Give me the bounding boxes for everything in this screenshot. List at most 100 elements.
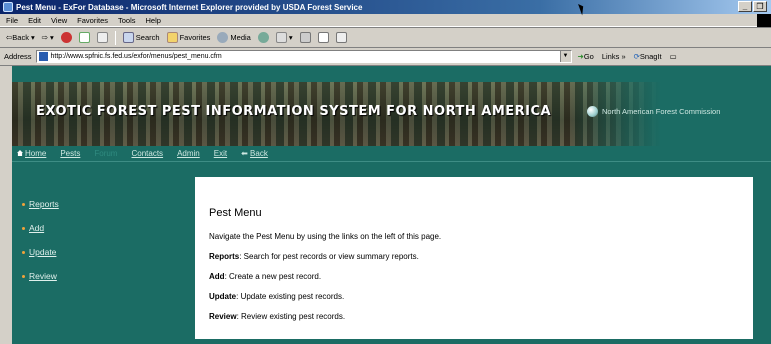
address-url: http://www.spfnic.fs.fed.us/exfor/menus/…: [50, 53, 222, 60]
web-page: EXOTIC FOREST PEST INFORMATION SYSTEM FO…: [12, 66, 771, 344]
description-term: Review: [209, 312, 237, 321]
refresh-button[interactable]: [77, 32, 92, 43]
restore-button[interactable]: ❒: [753, 1, 767, 12]
bullet-icon: [22, 250, 25, 254]
address-input[interactable]: http://www.spfnic.fs.fed.us/exfor/menus/…: [35, 50, 572, 63]
media-button[interactable]: Media: [215, 32, 252, 43]
nav-home[interactable]: Home: [17, 149, 46, 158]
site-banner: EXOTIC FOREST PEST INFORMATION SYSTEM FO…: [12, 82, 771, 146]
description-text: : Review existing pest records.: [236, 312, 346, 321]
nav-back-label: Back: [250, 149, 268, 158]
edit-icon: [317, 32, 329, 43]
window-buttons: _ ❒: [738, 1, 767, 12]
discuss-button[interactable]: [334, 32, 349, 43]
refresh-icon: [78, 32, 90, 43]
side-link-label: Add: [29, 223, 45, 233]
page-icon: [38, 52, 48, 61]
menu-tools[interactable]: Tools: [118, 16, 136, 25]
ie-icon: [3, 2, 13, 12]
description-text: : Search for pest records or view summar…: [239, 252, 419, 261]
home-icon: [96, 32, 108, 43]
description-line: Reports: Search for pest records or view…: [209, 252, 753, 272]
favorites-label: Favorites: [179, 33, 211, 42]
side-link-label: Update: [29, 247, 57, 257]
links-button[interactable]: Links »: [602, 52, 626, 61]
menu-help[interactable]: Help: [146, 16, 161, 25]
description-line: Add: Create a new pest record.: [209, 272, 753, 292]
menu-bar: File Edit View Favorites Tools Help: [0, 14, 771, 27]
stop-button[interactable]: [59, 32, 74, 43]
description-text: : Create a new pest record.: [224, 272, 322, 281]
print-button[interactable]: [298, 32, 313, 43]
nav-admin[interactable]: Admin: [177, 149, 200, 158]
minimize-button[interactable]: _: [738, 1, 752, 12]
menu-file[interactable]: File: [6, 16, 18, 25]
history-button[interactable]: [256, 32, 271, 43]
back-button[interactable]: ⇦Back ▾: [4, 33, 37, 42]
snagit-button[interactable]: ⟳SnagIt: [634, 52, 662, 61]
intro-text: Navigate the Pest Menu by using the link…: [209, 232, 442, 241]
toolbar: ⇦Back ▾ ⇨ ▾ Search Favorites Media ▾: [0, 27, 771, 48]
menu-edit[interactable]: Edit: [28, 16, 41, 25]
nav-home-label: Home: [25, 149, 47, 158]
description-text: : Update existing pest records.: [236, 292, 345, 301]
address-label: Address: [4, 52, 32, 61]
commission-link[interactable]: North American Forest Commission: [587, 106, 720, 117]
address-right: ➜Go Links » ⟳SnagIt ▭: [578, 52, 677, 61]
search-icon: [122, 32, 134, 43]
address-dropdown-icon[interactable]: ▼: [559, 51, 571, 62]
dropdown-arrow-icon: ▾: [288, 33, 293, 42]
side-link-update[interactable]: Update: [22, 240, 182, 264]
nav-forum: Forum: [94, 149, 118, 158]
media-label: Media: [230, 33, 251, 42]
bullet-icon: [22, 226, 25, 230]
nav-back[interactable]: ⬅ Back: [241, 149, 268, 158]
description-term: Update: [209, 292, 237, 301]
back-arrow-icon: ⬅: [241, 149, 251, 158]
stop-icon: [60, 32, 72, 43]
description-line: Review: Review existing pest records.: [209, 312, 753, 332]
bullet-icon: [22, 202, 25, 206]
home-button[interactable]: [95, 32, 110, 43]
mail-button[interactable]: ▾: [274, 32, 295, 43]
window-titlebar[interactable]: Pest Menu - ExFor Database - Microsoft I…: [0, 0, 771, 14]
description-line: Update: Update existing pest records.: [209, 292, 753, 312]
back-label: ⇦Back: [6, 33, 29, 42]
window-title: Pest Menu - ExFor Database - Microsoft I…: [16, 2, 363, 12]
favorites-button[interactable]: Favorites: [165, 32, 213, 43]
nav-pests[interactable]: Pests: [60, 149, 80, 158]
side-link-reports[interactable]: Reports: [22, 192, 182, 216]
dropdown-arrow-icon: ▾: [30, 33, 35, 42]
address-bar: Address http://www.spfnic.fs.fed.us/exfo…: [0, 48, 771, 66]
print-icon: [299, 32, 311, 43]
snagit-label: SnagIt: [639, 52, 662, 61]
site-nav: Home Pests Forum Contacts Admin Exit ⬅ B…: [12, 146, 771, 162]
menu-favorites[interactable]: Favorites: [77, 16, 108, 25]
nav-contacts[interactable]: Contacts: [131, 149, 163, 158]
home-icon: [17, 150, 23, 156]
mail-icon: [275, 32, 287, 43]
description-term: Reports: [209, 252, 240, 261]
nav-exit[interactable]: Exit: [214, 149, 227, 158]
description-term: Add: [209, 272, 225, 281]
go-button[interactable]: ➜Go: [578, 52, 594, 61]
discuss-icon: [335, 32, 347, 43]
bullet-icon: [22, 274, 25, 278]
history-icon: [257, 32, 269, 43]
globe-icon: [587, 106, 598, 117]
search-button[interactable]: Search: [121, 32, 162, 43]
content-panel: Pest Menu Navigate the Pest Menu by usin…: [195, 177, 753, 339]
site-title: EXOTIC FOREST PEST INFORMATION SYSTEM FO…: [36, 104, 552, 119]
forward-icon: ⇨: [41, 33, 49, 42]
side-link-label: Review: [29, 271, 57, 281]
side-link-add[interactable]: Add: [22, 216, 182, 240]
forward-button[interactable]: ⇨ ▾: [40, 33, 56, 42]
page-title: Pest Menu: [209, 207, 262, 219]
commission-label: North American Forest Commission: [602, 107, 721, 116]
menu-view[interactable]: View: [51, 16, 67, 25]
side-link-review[interactable]: Review: [22, 264, 182, 288]
edit-button[interactable]: [316, 32, 331, 43]
snagit-window-icon[interactable]: ▭: [670, 52, 677, 61]
search-label: Search: [135, 33, 160, 42]
links-label: Links: [601, 52, 620, 61]
